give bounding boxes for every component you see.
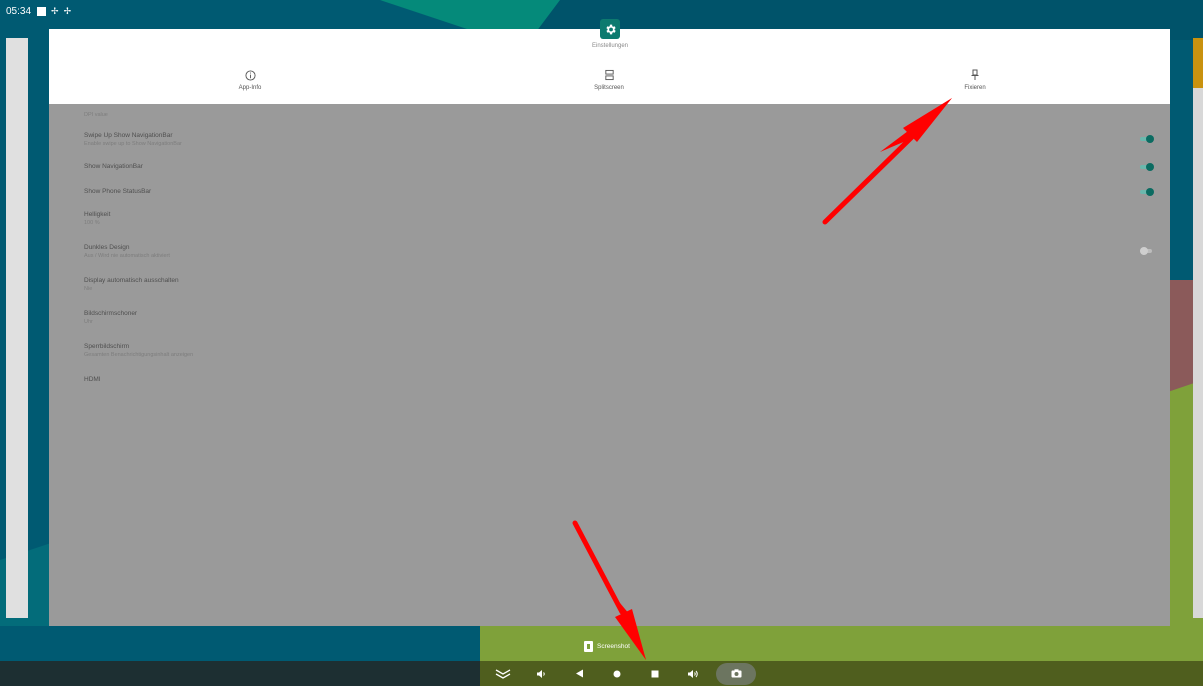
setting-display-timeout[interactable]: Display automatisch ausschalten Nie — [84, 277, 1154, 292]
setting-title: Show Phone StatusBar — [84, 188, 152, 195]
info-icon — [244, 69, 256, 81]
volume-up-icon — [688, 669, 698, 678]
screenshot-icon — [584, 640, 593, 652]
screenshot-button[interactable] — [716, 662, 756, 685]
setting-dpi[interactable]: DPI value — [84, 110, 1154, 118]
status-time: 05:34 — [6, 5, 32, 17]
gear-icon — [605, 24, 616, 34]
pin-icon — [971, 69, 979, 80]
split-screen-icon — [604, 69, 614, 81]
usb-icon: ✢ — [51, 5, 59, 16]
setting-title: Dunkles Design — [84, 244, 130, 251]
setting-subtitle: Nie — [84, 286, 93, 292]
menu-label-splitscreen: Splitscreen — [594, 85, 624, 91]
setting-title: Show NavigationBar — [84, 163, 143, 170]
setting-show-navbar[interactable]: Show NavigationBar — [84, 163, 1154, 171]
menu-item-app-info[interactable]: App-Info — [190, 67, 310, 91]
show-navbar-toggle[interactable] — [1140, 163, 1154, 171]
screenshot-label: Screenshot — [597, 642, 630, 650]
setting-subtitle: DPI value — [84, 112, 108, 118]
notification-icon — [37, 6, 47, 16]
setting-hdmi[interactable]: HDMI — [84, 376, 1154, 383]
menu-label-app-info: App-Info — [238, 85, 262, 91]
recents-button[interactable] — [636, 661, 674, 686]
setting-subtitle: Enable swipe up to Show NavigationBar — [84, 141, 182, 147]
setting-title: Sperrbildschirm — [84, 343, 130, 350]
recent-app-card[interactable]: Einstellungen App-Info Splitscreen Fixie… — [49, 29, 1170, 626]
setting-subtitle: Gesamten Benachrichtigungsinhalt anzeige… — [84, 352, 194, 358]
setting-title: HDMI — [84, 376, 101, 383]
back-icon — [575, 669, 583, 678]
setting-dunkles-design[interactable]: Dunkles Design Aus / Wird nie automatisc… — [84, 244, 1154, 259]
setting-title: Display automatisch ausschalten — [84, 277, 179, 284]
setting-title: Bildschirmschoner — [84, 310, 138, 317]
setting-helligkeit[interactable]: Helligkeit 100 % — [84, 211, 1154, 226]
menu-item-splitscreen[interactable]: Splitscreen — [549, 67, 669, 91]
setting-title: Helligkeit — [84, 211, 111, 218]
screenshot-toast[interactable]: Screenshot — [584, 639, 630, 653]
camera-icon — [731, 669, 741, 678]
nav-buttons — [484, 661, 756, 686]
setting-bildschirmschoner[interactable]: Bildschirmschoner Uhr — [84, 310, 1154, 325]
recent-card-left[interactable] — [6, 38, 28, 618]
setting-title: Swipe Up Show NavigationBar — [84, 132, 173, 139]
volume-up-button[interactable] — [674, 661, 712, 686]
menu-item-fixieren[interactable]: Fixieren — [915, 67, 1035, 91]
setting-subtitle: Aus / Wird nie automatisch aktiviert — [84, 253, 170, 259]
recent-card-right[interactable] — [1193, 38, 1203, 618]
collapse-button[interactable] — [484, 661, 522, 686]
back-button[interactable] — [560, 661, 598, 686]
home-button[interactable] — [598, 661, 636, 686]
settings-app-icon[interactable] — [600, 19, 620, 39]
collapse-icon — [495, 668, 511, 679]
menu-label-fixieren: Fixieren — [964, 85, 986, 91]
usb-icon: ✢ — [63, 5, 72, 16]
card-header: Einstellungen App-Info Splitscreen Fixie… — [49, 29, 1170, 104]
setting-subtitle: Uhr — [84, 319, 93, 325]
show-statusbar-toggle[interactable] — [1140, 188, 1154, 196]
app-title: Einstellungen — [591, 43, 629, 49]
setting-show-statusbar[interactable]: Show Phone StatusBar — [84, 188, 1154, 196]
card-menu: App-Info Splitscreen Fixieren — [49, 67, 1170, 97]
setting-subtitle: 100 % — [84, 220, 100, 226]
home-icon — [613, 670, 621, 677]
setting-swipe-up-navbar[interactable]: Swipe Up Show NavigationBar Enable swipe… — [84, 132, 1154, 147]
dark-theme-toggle[interactable] — [1140, 247, 1154, 255]
setting-sperrbildschirm[interactable]: Sperrbildschirm Gesamten Benachrichtigun… — [84, 343, 1154, 358]
volume-down-button[interactable] — [522, 661, 560, 686]
recents-icon — [651, 670, 659, 677]
swipe-up-navbar-toggle[interactable] — [1140, 135, 1154, 143]
volume-down-icon — [537, 669, 545, 678]
